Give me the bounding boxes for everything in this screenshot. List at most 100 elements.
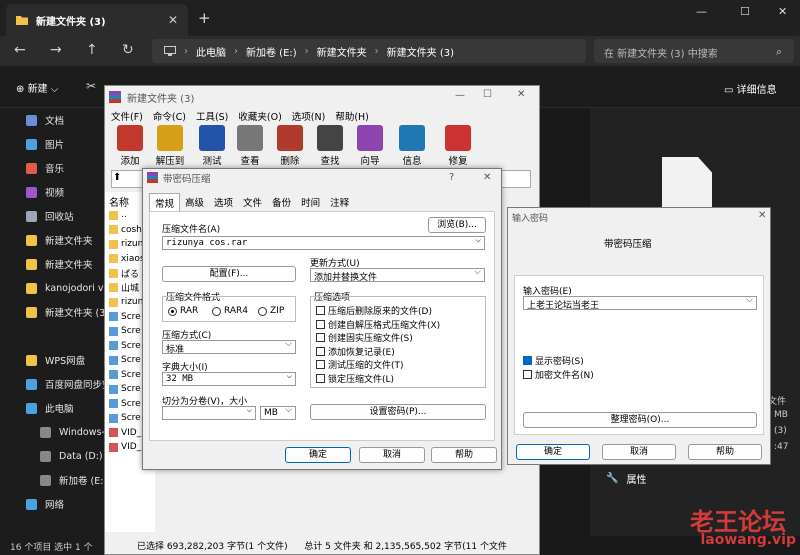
sidebar-item-10[interactable]: 百度网盘同步空 [26, 374, 112, 394]
rar-close-icon[interactable]: ✕ [517, 89, 525, 100]
dialog-tab-3[interactable]: 文件 [238, 193, 267, 212]
enter-password-dialog: 输入密码 ✕ 带密码压缩 输入密码(E) 上老王论坛当老王 显示密码(S) 加密… [507, 207, 771, 465]
format-rar-radio[interactable]: RAR [168, 306, 198, 316]
method-select[interactable]: 标准 [162, 339, 296, 355]
close-tab-icon[interactable]: ✕ [168, 13, 178, 27]
dialog-tab-6[interactable]: 注释 [325, 193, 354, 212]
maximize-icon[interactable]: ☐ [740, 5, 750, 18]
sidebar-item-2[interactable]: 音乐 [26, 158, 64, 178]
sidebar-item-6[interactable]: 新建文件夹 [26, 254, 93, 274]
status-bar: 16 个项目 选中 1 个 [0, 536, 106, 555]
explorer-tab[interactable]: 新建文件夹 (3) ✕ [6, 4, 188, 36]
option-checkbox-3[interactable]: 添加恢复记录(E) [316, 345, 395, 358]
breadcrumb-0[interactable]: 此电脑 [196, 44, 226, 59]
rar-menu-item-0[interactable]: 文件(F) [111, 109, 143, 123]
breadcrumb-2[interactable]: 新建文件夹 [317, 44, 367, 59]
sidebar-item-8[interactable]: 新建文件夹 (3) [26, 302, 109, 322]
sidebar-item-label: WPS网盘 [45, 356, 86, 367]
encrypt-filenames-checkbox[interactable]: 加密文件名(N) [523, 368, 594, 381]
sidebar-item-4[interactable]: 回收站 [26, 206, 74, 226]
rar-tool-6[interactable]: 向导 [353, 125, 387, 167]
dialog-tab-5[interactable]: 时间 [296, 193, 325, 212]
option-checkbox-2[interactable]: 创建固实压缩文件(S) [316, 331, 413, 344]
details-button[interactable]: ▭ 详细信息 [724, 81, 777, 96]
rar-tool-5[interactable]: 查找 [313, 125, 347, 167]
update-mode-select[interactable]: 添加并替换文件 [310, 267, 485, 283]
rar-tool-1[interactable]: 解压到 [153, 125, 187, 167]
refresh-icon[interactable]: ↻ [122, 42, 134, 58]
up-folder-icon[interactable]: ⬆ [113, 172, 121, 183]
navigation-pane: 文档 图片 音乐 视频 回收站 新建文件夹 新建文件夹 kanojodori v18 新建文件夹… [0, 108, 124, 536]
dialog-tab-1[interactable]: 高级 [180, 193, 209, 212]
rar-menu-item-1[interactable]: 命令(C) [153, 109, 186, 123]
rar-tool-3[interactable]: 查看 [233, 125, 267, 167]
rar-tool-4[interactable]: 删除 [273, 125, 307, 167]
rar-minimize-icon[interactable]: — [455, 90, 465, 101]
forward-icon[interactable]: → [50, 42, 62, 58]
split-unit-select[interactable]: MB [260, 405, 296, 420]
dialog-tab-0[interactable]: 常规 [149, 193, 181, 212]
profiles-button[interactable]: 配置(F)... [162, 266, 296, 282]
rar-tool-7[interactable]: 信息 [395, 125, 429, 167]
sidebar-item-7[interactable]: kanojodori v18 [26, 278, 116, 298]
ep-help-button[interactable]: 帮助 [688, 444, 762, 460]
ep-cancel-button[interactable]: 取消 [602, 444, 676, 460]
sidebar-item-0[interactable]: 文档 [26, 110, 64, 130]
option-checkbox-0[interactable]: 压缩后删除原来的文件(D) [316, 304, 432, 317]
breadcrumb-3[interactable]: 新建文件夹 (3) [387, 44, 454, 59]
organize-passwords-button[interactable]: 整理密码(O)... [523, 412, 757, 428]
close-window-icon[interactable]: ✕ [778, 5, 787, 18]
wrench-icon: 🔧 [606, 472, 619, 484]
sidebar-item-label: 新建文件夹 [45, 236, 93, 247]
sidebar-item-9[interactable]: WPS网盘 [26, 350, 85, 370]
sidebar-item-11[interactable]: 此电脑 [26, 398, 74, 418]
rar-tool-8[interactable]: 修复 [441, 125, 475, 167]
rar-maximize-icon[interactable]: ☐ [483, 89, 492, 100]
dictionary-select[interactable]: 32 MB [162, 371, 296, 386]
set-password-button[interactable]: 设置密码(P)... [310, 404, 486, 420]
rar-menu-item-3[interactable]: 收藏夹(O) [238, 109, 281, 123]
help-icon[interactable]: ? [449, 172, 454, 183]
sidebar-item-14[interactable]: 新加卷 (E:) [40, 470, 107, 490]
breadcrumb-1[interactable]: 新加卷 (E:) [246, 44, 297, 59]
sidebar-item-1[interactable]: 图片 [26, 134, 64, 154]
cut-icon[interactable]: ✂ [86, 79, 96, 93]
format-zip-radio[interactable]: ZIP [258, 306, 284, 316]
option-checkbox-1[interactable]: 创建自解压格式压缩文件(X) [316, 318, 440, 331]
sidebar-item-label: 百度网盘同步空 [45, 380, 112, 391]
dialog-cancel-button[interactable]: 取消 [359, 447, 425, 463]
ep-ok-button[interactable]: 确定 [516, 444, 590, 460]
browse-button[interactable]: 浏览(B)... [428, 217, 486, 233]
rar-tool-2[interactable]: 测试 [195, 125, 229, 167]
rar-menu-item-2[interactable]: 工具(S) [196, 109, 228, 123]
sidebar-item-3[interactable]: 视频 [26, 182, 64, 202]
address-bar[interactable]: › 此电脑 › 新加卷 (E:) › 新建文件夹 › 新建文件夹 (3) [152, 39, 586, 63]
archive-name-input[interactable]: rizunya cos.rar [162, 235, 485, 250]
dialog-close-icon[interactable]: ✕ [483, 172, 491, 183]
rar-menu-item-5[interactable]: 帮助(H) [335, 109, 369, 123]
search-input[interactable]: 在 新建文件夹 (3) 中搜索 [594, 39, 794, 63]
properties-button[interactable]: 🔧 属性 [596, 467, 776, 489]
dialog-ok-button[interactable]: 确定 [285, 447, 351, 463]
rar-menu-item-4[interactable]: 选项(N) [292, 109, 326, 123]
format-rar4-radio[interactable]: RAR4 [212, 306, 248, 316]
show-password-checkbox[interactable]: 显示密码(S) [523, 354, 584, 367]
name-column-header[interactable]: 名称 [109, 194, 129, 209]
rar-tool-0[interactable]: 添加 [113, 125, 147, 167]
option-checkbox-5[interactable]: 锁定压缩文件(L) [316, 372, 394, 385]
dialog-tab-2[interactable]: 选项 [209, 193, 238, 212]
dialog-help-button[interactable]: 帮助 [431, 447, 497, 463]
sidebar-item-13[interactable]: Data (D:) [40, 446, 103, 466]
minimize-icon[interactable]: — [696, 5, 707, 18]
sidebar-item-15[interactable]: 网络 [26, 494, 64, 514]
new-button[interactable]: ⊕ 新建 ⌵ [16, 80, 58, 95]
sidebar-item-5[interactable]: 新建文件夹 [26, 230, 93, 250]
back-icon[interactable]: ← [14, 42, 26, 58]
option-checkbox-4[interactable]: 测试压缩的文件(T) [316, 358, 404, 371]
split-size-select[interactable] [162, 405, 256, 420]
dialog-tab-4[interactable]: 备份 [267, 193, 296, 212]
new-tab-button[interactable]: + [198, 9, 211, 27]
password-input[interactable]: 上老王论坛当老王 [523, 295, 757, 311]
up-icon[interactable]: ↑ [86, 42, 98, 58]
ep-close-icon[interactable]: ✕ [758, 210, 766, 221]
